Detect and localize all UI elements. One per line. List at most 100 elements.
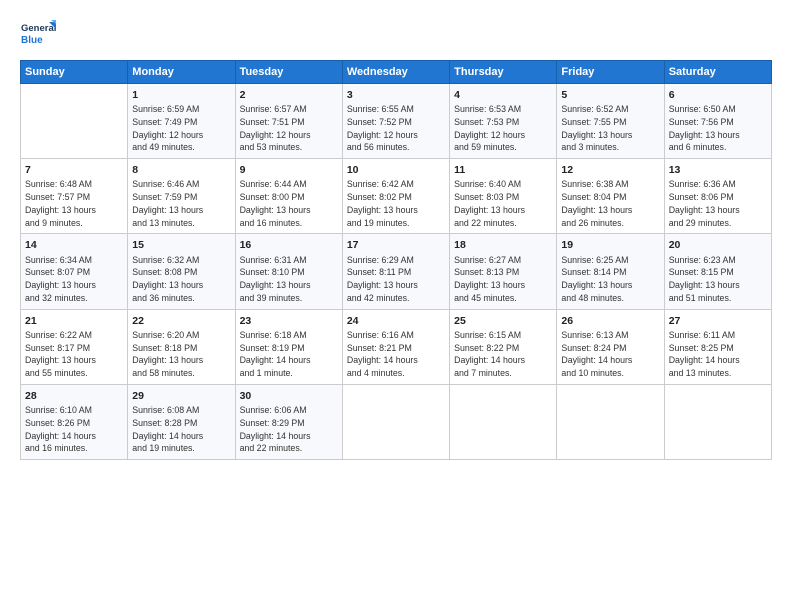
- day-number: 16: [240, 238, 338, 253]
- svg-text:Blue: Blue: [21, 35, 43, 46]
- calendar-cell: 28Sunrise: 6:10 AM Sunset: 8:26 PM Dayli…: [21, 384, 128, 459]
- calendar-cell: 2Sunrise: 6:57 AM Sunset: 7:51 PM Daylig…: [235, 84, 342, 159]
- day-info: Sunrise: 6:42 AM Sunset: 8:02 PM Dayligh…: [347, 178, 445, 229]
- col-header-friday: Friday: [557, 61, 664, 84]
- calendar-cell: [21, 84, 128, 159]
- svg-text:General: General: [21, 23, 56, 34]
- day-number: 8: [132, 163, 230, 178]
- logo: General Blue: [20, 18, 56, 54]
- calendar-cell: 20Sunrise: 6:23 AM Sunset: 8:15 PM Dayli…: [664, 234, 771, 309]
- calendar-cell: 7Sunrise: 6:48 AM Sunset: 7:57 PM Daylig…: [21, 159, 128, 234]
- calendar-cell: 5Sunrise: 6:52 AM Sunset: 7:55 PM Daylig…: [557, 84, 664, 159]
- header-row: SundayMondayTuesdayWednesdayThursdayFrid…: [21, 61, 772, 84]
- col-header-tuesday: Tuesday: [235, 61, 342, 84]
- day-number: 17: [347, 238, 445, 253]
- calendar-cell: 15Sunrise: 6:32 AM Sunset: 8:08 PM Dayli…: [128, 234, 235, 309]
- day-info: Sunrise: 6:52 AM Sunset: 7:55 PM Dayligh…: [561, 103, 659, 154]
- calendar-cell: 11Sunrise: 6:40 AM Sunset: 8:03 PM Dayli…: [450, 159, 557, 234]
- day-info: Sunrise: 6:08 AM Sunset: 8:28 PM Dayligh…: [132, 404, 230, 455]
- day-info: Sunrise: 6:11 AM Sunset: 8:25 PM Dayligh…: [669, 329, 767, 380]
- day-info: Sunrise: 6:57 AM Sunset: 7:51 PM Dayligh…: [240, 103, 338, 154]
- week-row-3: 14Sunrise: 6:34 AM Sunset: 8:07 PM Dayli…: [21, 234, 772, 309]
- day-number: 24: [347, 314, 445, 329]
- day-info: Sunrise: 6:32 AM Sunset: 8:08 PM Dayligh…: [132, 254, 230, 305]
- day-number: 23: [240, 314, 338, 329]
- calendar-cell: [450, 384, 557, 459]
- day-number: 29: [132, 389, 230, 404]
- day-info: Sunrise: 6:48 AM Sunset: 7:57 PM Dayligh…: [25, 178, 123, 229]
- day-number: 9: [240, 163, 338, 178]
- calendar-cell: 27Sunrise: 6:11 AM Sunset: 8:25 PM Dayli…: [664, 309, 771, 384]
- day-number: 4: [454, 88, 552, 103]
- col-header-saturday: Saturday: [664, 61, 771, 84]
- day-info: Sunrise: 6:22 AM Sunset: 8:17 PM Dayligh…: [25, 329, 123, 380]
- week-row-2: 7Sunrise: 6:48 AM Sunset: 7:57 PM Daylig…: [21, 159, 772, 234]
- day-info: Sunrise: 6:34 AM Sunset: 8:07 PM Dayligh…: [25, 254, 123, 305]
- calendar-cell: 23Sunrise: 6:18 AM Sunset: 8:19 PM Dayli…: [235, 309, 342, 384]
- day-number: 21: [25, 314, 123, 329]
- calendar-cell: [342, 384, 449, 459]
- day-number: 15: [132, 238, 230, 253]
- day-info: Sunrise: 6:13 AM Sunset: 8:24 PM Dayligh…: [561, 329, 659, 380]
- day-number: 11: [454, 163, 552, 178]
- calendar-cell: 30Sunrise: 6:06 AM Sunset: 8:29 PM Dayli…: [235, 384, 342, 459]
- day-info: Sunrise: 6:55 AM Sunset: 7:52 PM Dayligh…: [347, 103, 445, 154]
- day-number: 12: [561, 163, 659, 178]
- day-info: Sunrise: 6:50 AM Sunset: 7:56 PM Dayligh…: [669, 103, 767, 154]
- day-info: Sunrise: 6:06 AM Sunset: 8:29 PM Dayligh…: [240, 404, 338, 455]
- day-number: 19: [561, 238, 659, 253]
- calendar-table: SundayMondayTuesdayWednesdayThursdayFrid…: [20, 60, 772, 460]
- day-info: Sunrise: 6:18 AM Sunset: 8:19 PM Dayligh…: [240, 329, 338, 380]
- col-header-monday: Monday: [128, 61, 235, 84]
- calendar-cell: 19Sunrise: 6:25 AM Sunset: 8:14 PM Dayli…: [557, 234, 664, 309]
- day-info: Sunrise: 6:10 AM Sunset: 8:26 PM Dayligh…: [25, 404, 123, 455]
- day-info: Sunrise: 6:59 AM Sunset: 7:49 PM Dayligh…: [132, 103, 230, 154]
- day-info: Sunrise: 6:38 AM Sunset: 8:04 PM Dayligh…: [561, 178, 659, 229]
- day-info: Sunrise: 6:25 AM Sunset: 8:14 PM Dayligh…: [561, 254, 659, 305]
- day-number: 25: [454, 314, 552, 329]
- calendar-cell: [557, 384, 664, 459]
- day-number: 26: [561, 314, 659, 329]
- calendar-cell: 14Sunrise: 6:34 AM Sunset: 8:07 PM Dayli…: [21, 234, 128, 309]
- calendar-cell: 24Sunrise: 6:16 AM Sunset: 8:21 PM Dayli…: [342, 309, 449, 384]
- calendar-cell: 8Sunrise: 6:46 AM Sunset: 7:59 PM Daylig…: [128, 159, 235, 234]
- week-row-5: 28Sunrise: 6:10 AM Sunset: 8:26 PM Dayli…: [21, 384, 772, 459]
- col-header-wednesday: Wednesday: [342, 61, 449, 84]
- day-number: 3: [347, 88, 445, 103]
- day-info: Sunrise: 6:40 AM Sunset: 8:03 PM Dayligh…: [454, 178, 552, 229]
- calendar-cell: 9Sunrise: 6:44 AM Sunset: 8:00 PM Daylig…: [235, 159, 342, 234]
- calendar-cell: 16Sunrise: 6:31 AM Sunset: 8:10 PM Dayli…: [235, 234, 342, 309]
- day-info: Sunrise: 6:31 AM Sunset: 8:10 PM Dayligh…: [240, 254, 338, 305]
- day-info: Sunrise: 6:15 AM Sunset: 8:22 PM Dayligh…: [454, 329, 552, 380]
- day-number: 13: [669, 163, 767, 178]
- calendar-cell: 21Sunrise: 6:22 AM Sunset: 8:17 PM Dayli…: [21, 309, 128, 384]
- logo-icon: General Blue: [20, 18, 56, 54]
- day-info: Sunrise: 6:46 AM Sunset: 7:59 PM Dayligh…: [132, 178, 230, 229]
- day-info: Sunrise: 6:20 AM Sunset: 8:18 PM Dayligh…: [132, 329, 230, 380]
- header: General Blue: [20, 18, 772, 54]
- week-row-1: 1Sunrise: 6:59 AM Sunset: 7:49 PM Daylig…: [21, 84, 772, 159]
- day-number: 18: [454, 238, 552, 253]
- calendar-cell: 18Sunrise: 6:27 AM Sunset: 8:13 PM Dayli…: [450, 234, 557, 309]
- col-header-sunday: Sunday: [21, 61, 128, 84]
- calendar-cell: 13Sunrise: 6:36 AM Sunset: 8:06 PM Dayli…: [664, 159, 771, 234]
- calendar-cell: 4Sunrise: 6:53 AM Sunset: 7:53 PM Daylig…: [450, 84, 557, 159]
- calendar-cell: 12Sunrise: 6:38 AM Sunset: 8:04 PM Dayli…: [557, 159, 664, 234]
- day-number: 7: [25, 163, 123, 178]
- calendar-cell: 22Sunrise: 6:20 AM Sunset: 8:18 PM Dayli…: [128, 309, 235, 384]
- day-number: 20: [669, 238, 767, 253]
- day-info: Sunrise: 6:27 AM Sunset: 8:13 PM Dayligh…: [454, 254, 552, 305]
- day-number: 5: [561, 88, 659, 103]
- day-number: 14: [25, 238, 123, 253]
- day-number: 6: [669, 88, 767, 103]
- calendar-cell: 1Sunrise: 6:59 AM Sunset: 7:49 PM Daylig…: [128, 84, 235, 159]
- calendar-cell: [664, 384, 771, 459]
- day-number: 22: [132, 314, 230, 329]
- calendar-cell: 26Sunrise: 6:13 AM Sunset: 8:24 PM Dayli…: [557, 309, 664, 384]
- day-number: 27: [669, 314, 767, 329]
- calendar-cell: 6Sunrise: 6:50 AM Sunset: 7:56 PM Daylig…: [664, 84, 771, 159]
- day-info: Sunrise: 6:23 AM Sunset: 8:15 PM Dayligh…: [669, 254, 767, 305]
- col-header-thursday: Thursday: [450, 61, 557, 84]
- calendar-cell: 10Sunrise: 6:42 AM Sunset: 8:02 PM Dayli…: [342, 159, 449, 234]
- day-number: 10: [347, 163, 445, 178]
